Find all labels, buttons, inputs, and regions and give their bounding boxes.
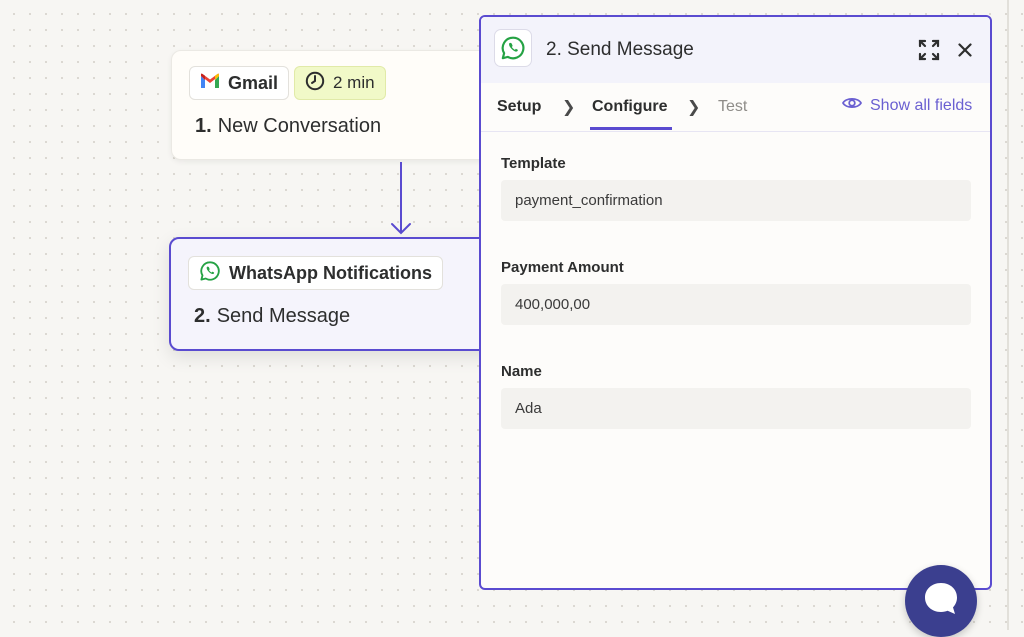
payment-amount-field[interactable]: 400,000,00 <box>501 284 971 325</box>
delay-label: 2 min <box>333 73 375 92</box>
gmail-icon <box>200 73 220 94</box>
name-value: Ada <box>515 400 542 417</box>
step-connector-arrow <box>391 162 411 235</box>
trigger-step-number: 1. <box>195 115 212 137</box>
canvas-right-divider <box>1007 0 1009 630</box>
expand-icon[interactable] <box>917 38 941 62</box>
tab-setup[interactable]: Setup <box>497 98 541 116</box>
action-step-card[interactable]: WhatsApp Notifications 2. Send Message <box>169 237 503 351</box>
action-step-number: 2. <box>194 305 211 327</box>
trigger-step-title: 1. New Conversation <box>195 115 381 138</box>
chevron-right-icon: ❯ <box>562 99 576 116</box>
active-tab-indicator <box>590 127 672 130</box>
clock-icon <box>305 71 325 96</box>
trigger-app-name: Gmail <box>228 72 279 93</box>
name-field[interactable]: Ada <box>501 388 971 429</box>
panel-whatsapp-icon <box>494 29 532 67</box>
step-editor-panel: 2. Send Message Setup ❯ Configure ❯ Test <box>479 15 992 590</box>
close-icon[interactable] <box>953 38 977 62</box>
tab-configure[interactable]: Configure <box>592 98 668 116</box>
payment-amount-value: 400,000,00 <box>515 296 591 313</box>
action-app-chip: WhatsApp Notifications <box>188 256 443 290</box>
chevron-right-icon: ❯ <box>687 99 701 116</box>
action-app-name: WhatsApp Notifications <box>229 262 432 283</box>
panel-header: 2. Send Message <box>481 17 990 84</box>
trigger-step-card[interactable]: Gmail 2 min 1. New Conversation <box>171 50 503 160</box>
chat-support-button[interactable] <box>905 565 977 637</box>
panel-title: 2. Send Message <box>546 39 694 60</box>
template-value: payment_confirmation <box>515 192 663 209</box>
show-all-fields-button[interactable]: Show all fields <box>841 96 973 115</box>
trigger-app-chip: Gmail <box>189 66 290 100</box>
name-label: Name <box>501 363 542 380</box>
template-field[interactable]: payment_confirmation <box>501 180 971 221</box>
trigger-step-name: New Conversation <box>217 115 382 137</box>
show-all-fields-label: Show all fields <box>870 96 973 114</box>
whatsapp-icon <box>199 260 221 287</box>
panel-tabs: Setup ❯ Configure ❯ Test Show all fields <box>481 83 990 132</box>
delay-chip: 2 min <box>294 66 386 100</box>
tab-test[interactable]: Test <box>718 98 747 116</box>
action-step-title: 2. Send Message <box>194 305 350 328</box>
chat-bubble-icon <box>921 579 961 624</box>
template-label: Template <box>501 155 566 172</box>
payment-amount-label: Payment Amount <box>501 259 624 276</box>
eye-icon <box>841 96 863 115</box>
action-step-name: Send Message <box>216 305 351 327</box>
